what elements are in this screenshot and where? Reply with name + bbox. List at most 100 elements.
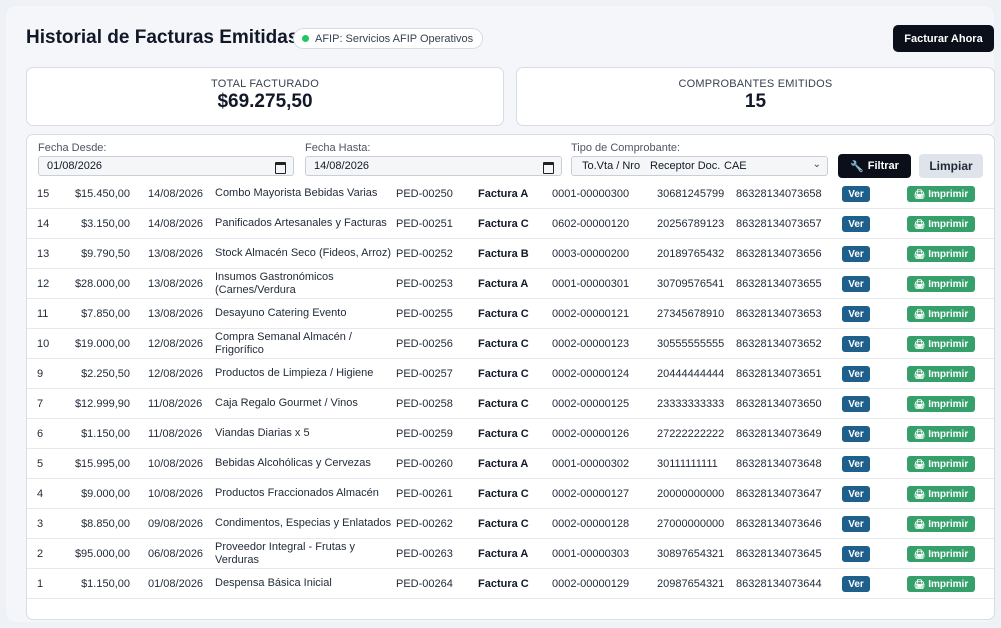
imprimir-button[interactable]: 🖨 Imprimir — [907, 456, 975, 472]
imprimir-label: Imprimir — [928, 398, 969, 410]
imprimir-button[interactable]: 🖨 Imprimir — [907, 336, 975, 352]
ver-button[interactable]: Ver — [842, 576, 870, 592]
row-comprobante: 0002-00000128 — [552, 517, 630, 530]
printer-icon: 🖨 — [913, 578, 926, 589]
row-pedido: PED-00256 — [396, 337, 453, 350]
ver-button[interactable]: Ver — [842, 486, 870, 502]
imprimir-button[interactable]: 🖨 Imprimir — [907, 426, 975, 442]
calendar-icon[interactable] — [543, 162, 554, 174]
imprimir-label: Imprimir — [928, 578, 969, 590]
imprimir-button[interactable]: 🖨 Imprimir — [907, 486, 975, 502]
imprimir-label: Imprimir — [928, 428, 969, 440]
fecha-desde-input[interactable]: 01/08/2026 — [38, 156, 294, 176]
ver-button[interactable]: Ver — [842, 186, 870, 202]
ver-button[interactable]: Ver — [842, 546, 870, 562]
imprimir-button[interactable]: 🖨 Imprimir — [907, 396, 975, 412]
table-row: 14 $3.150,00 14/08/2026 Panificados Arte… — [27, 209, 994, 239]
table-row: 10 $19.000,00 12/08/2026 Compra Semanal … — [27, 329, 994, 359]
filtrar-label: Filtrar — [867, 160, 899, 172]
row-number: 13 — [37, 247, 50, 260]
printer-icon: 🖨 — [913, 488, 926, 499]
row-amount: $95.000,00 — [74, 547, 130, 560]
filtrar-button[interactable]: 🔧 Filtrar — [838, 154, 911, 178]
row-receptor: 27222222222 — [657, 427, 725, 440]
printer-icon: 🖨 — [913, 548, 926, 559]
row-date: 11/08/2026 — [148, 427, 203, 440]
row-pedido: PED-00258 — [396, 397, 453, 410]
row-description: Desayuno Catering Evento — [215, 307, 347, 319]
fecha-hasta-value: 14/08/2026 — [314, 160, 370, 172]
row-amount: $1.150,00 — [81, 427, 130, 440]
fecha-hasta-input[interactable]: 14/08/2026 — [305, 156, 562, 176]
row-number: 5 — [37, 457, 44, 470]
row-number: 2 — [37, 547, 44, 560]
row-receptor: 20000000000 — [657, 487, 725, 500]
row-description: Bebidas Alcohólicas y Cervezas — [215, 457, 371, 469]
ver-button[interactable]: Ver — [842, 456, 870, 472]
row-number: 12 — [37, 277, 50, 290]
row-date: 13/08/2026 — [148, 247, 204, 260]
imprimir-button[interactable]: 🖨 Imprimir — [907, 276, 975, 292]
row-amount: $9.790,50 — [81, 247, 130, 260]
facturar-ahora-button[interactable]: Facturar Ahora — [893, 25, 994, 52]
row-comprobante: 0001-00000303 — [552, 547, 630, 560]
printer-icon: 🖨 — [913, 368, 926, 379]
row-cae: 86328134073658 — [736, 187, 822, 200]
ver-button[interactable]: Ver — [842, 366, 870, 382]
row-description: Viandas Diarias x 5 — [215, 427, 310, 439]
row-comprobante: 0602-00000120 — [552, 217, 630, 230]
imprimir-button[interactable]: 🖨 Imprimir — [907, 246, 975, 262]
printer-icon: 🖨 — [913, 188, 926, 199]
row-cae: 86328134073651 — [736, 367, 822, 380]
row-amount: $28.000,00 — [74, 277, 130, 290]
ver-button[interactable]: Ver — [842, 396, 870, 412]
row-description: Proveedor Integral - Frutas y Verduras — [215, 540, 356, 566]
tipo-comprobante-select[interactable]: To.Vta / Nro Receptor Doc. CAE ⌄ — [571, 156, 828, 176]
afip-status-badge: AFIP: Servicios AFIP Operativos — [293, 28, 484, 49]
row-tipo: Factura C — [478, 517, 529, 530]
row-tipo: Factura C — [478, 217, 529, 230]
row-pedido: PED-00262 — [396, 517, 453, 530]
comprobantes-emitidos-value: 15 — [744, 91, 767, 112]
imprimir-button[interactable]: 🖨 Imprimir — [907, 306, 975, 322]
row-description: Condimentos, Especias y Enlatados — [215, 517, 392, 529]
limpiar-button[interactable]: Limpiar — [919, 154, 983, 178]
row-pedido: PED-00250 — [396, 187, 453, 200]
row-number: 7 — [37, 397, 44, 410]
row-pedido: PED-00264 — [396, 577, 453, 590]
tipo-comprobante-label: Tipo de Comprobante: — [571, 142, 681, 154]
row-date: 06/08/2026 — [148, 547, 204, 560]
imprimir-button[interactable]: 🖨 Imprimir — [907, 216, 975, 232]
row-comprobante: 0002-00000121 — [552, 307, 630, 320]
ver-button[interactable]: Ver — [842, 426, 870, 442]
row-number: 11 — [37, 307, 49, 320]
ver-button[interactable]: Ver — [842, 336, 870, 352]
ver-button[interactable]: Ver — [842, 306, 870, 322]
imprimir-button[interactable]: 🖨 Imprimir — [907, 516, 975, 532]
row-date: 14/08/2026 — [148, 187, 204, 200]
imprimir-button[interactable]: 🖨 Imprimir — [907, 576, 975, 592]
imprimir-button[interactable]: 🖨 Imprimir — [907, 366, 975, 382]
row-receptor: 30709576541 — [657, 277, 725, 290]
row-amount: $15.450,00 — [74, 187, 130, 200]
row-pedido: PED-00259 — [396, 427, 453, 440]
table-row: 11 $7.850,00 13/08/2026 Desayuno Caterin… — [27, 299, 994, 329]
ver-button[interactable]: Ver — [842, 516, 870, 532]
row-pedido: PED-00255 — [396, 307, 453, 320]
ver-button[interactable]: Ver — [842, 216, 870, 232]
row-cae: 86328134073645 — [736, 547, 822, 560]
row-receptor: 20444444444 — [657, 367, 725, 380]
row-pedido: PED-00252 — [396, 247, 453, 260]
imprimir-label: Imprimir — [928, 338, 969, 350]
imprimir-button[interactable]: 🖨 Imprimir — [907, 186, 975, 202]
row-description: Compra Semanal Almacén / Frigorífico — [215, 330, 352, 356]
ver-button[interactable]: Ver — [842, 276, 870, 292]
printer-icon: 🖨 — [913, 458, 926, 469]
calendar-icon[interactable] — [275, 162, 286, 174]
row-description: Stock Almacén Seco (Fideos, Arroz) — [215, 247, 392, 259]
ver-button[interactable]: Ver — [842, 246, 870, 262]
row-receptor: 30555555555 — [657, 337, 725, 350]
imprimir-button[interactable]: 🖨 Imprimir — [907, 546, 975, 562]
imprimir-label: Imprimir — [928, 458, 969, 470]
table-row: 9 $2.250,50 12/08/2026 Productos de Limp… — [27, 359, 994, 389]
